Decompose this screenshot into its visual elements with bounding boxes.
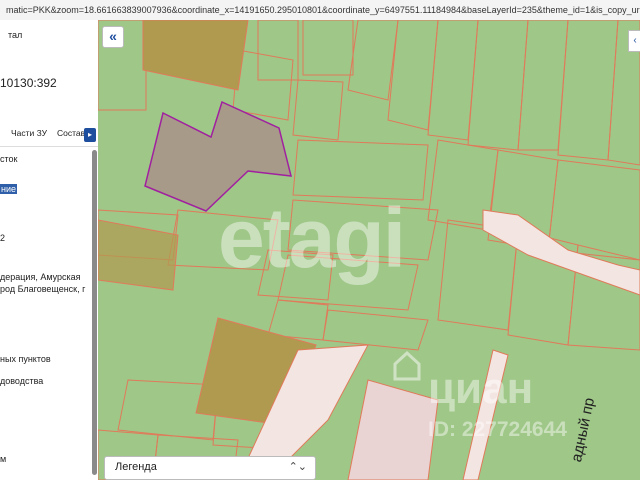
tab-composition[interactable]: Состав xyxy=(57,128,85,138)
info-row-address-1: дерация, Амурская xyxy=(0,272,81,282)
parcel xyxy=(292,79,344,141)
sidebar-title: тал xyxy=(8,30,23,40)
parcel xyxy=(427,20,479,141)
info-row-address-2: род Благовещенск, г xyxy=(0,284,86,294)
road-segment xyxy=(347,379,439,480)
road-segment xyxy=(482,209,640,296)
chevron-updown-icon: ⌃⌄ xyxy=(288,461,307,473)
legend-label: Легенда xyxy=(115,461,157,473)
legend-select[interactable]: Легенда ⌃⌄ xyxy=(104,456,316,480)
cian-house-icon xyxy=(393,350,421,381)
collapse-sidebar-button[interactable]: « xyxy=(102,26,124,48)
cadastral-number: 10130:392 xyxy=(0,76,57,90)
info-row-unit: м xyxy=(0,454,7,464)
url-text: matic=PKK&zoom=18.661663839007936&coordi… xyxy=(6,5,640,15)
cian-id-watermark: ID: 227724644 xyxy=(428,418,567,441)
brown-parcel xyxy=(142,20,249,91)
parcel xyxy=(517,20,569,151)
tabs-bar: Части ЗУ Состав ▸ xyxy=(0,124,98,147)
parcel xyxy=(547,159,640,261)
info-row-category: ных пунктов xyxy=(0,354,51,364)
right-panel-toggle-button[interactable]: ‹ xyxy=(628,30,640,52)
status-highlight: ние xyxy=(0,184,18,194)
info-row-status: ние xyxy=(0,184,18,194)
cian-watermark: циан xyxy=(428,364,534,413)
info-row-number: 2 xyxy=(0,233,6,243)
tabs-scroll-button[interactable]: ▸ xyxy=(84,128,96,142)
info-sidebar: тал 10130:392 Части ЗУ Состав ▸ сток ние… xyxy=(0,20,99,480)
parcel xyxy=(347,20,399,101)
tab-zu-parts[interactable]: Части ЗУ xyxy=(11,128,47,138)
parcel xyxy=(322,309,429,351)
info-row-use: доводства xyxy=(0,376,44,386)
sidebar-scrollbar[interactable] xyxy=(92,150,97,475)
parcel xyxy=(302,20,354,76)
cadastral-map[interactable]: etagi циан ID: 227724644 адный пр xyxy=(98,20,640,480)
etagi-watermark: etagi xyxy=(218,191,406,285)
brown-parcel xyxy=(98,219,179,291)
info-row-type: сток xyxy=(0,154,18,164)
browser-url-bar[interactable]: matic=PKK&zoom=18.661663839007936&coordi… xyxy=(0,0,640,21)
